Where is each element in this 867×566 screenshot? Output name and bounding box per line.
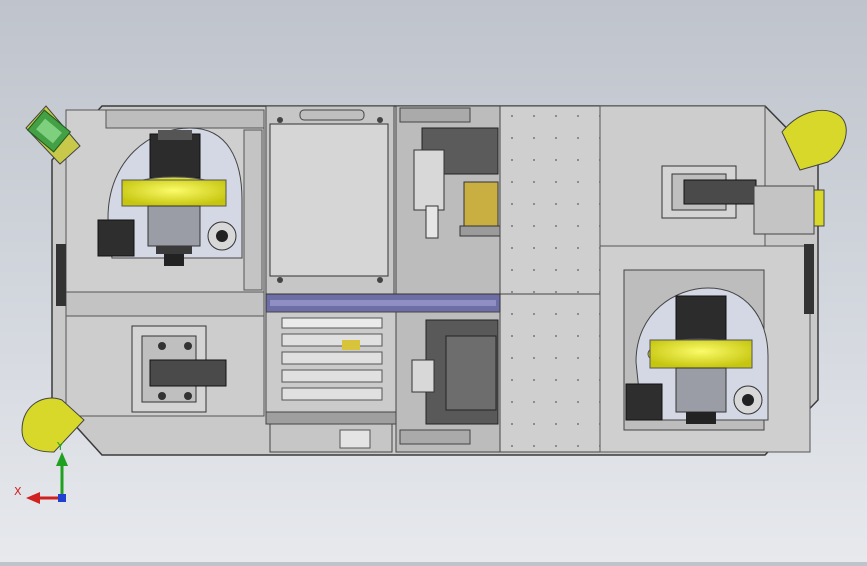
agv-top-view-drawing [21, 105, 847, 504]
axis-triad [26, 452, 68, 504]
terminal-block-area [265, 311, 397, 453]
axis-y-label: Y [57, 440, 64, 453]
axis-x-label: X [14, 485, 22, 498]
cad-viewport[interactable]: X Y [0, 0, 867, 562]
